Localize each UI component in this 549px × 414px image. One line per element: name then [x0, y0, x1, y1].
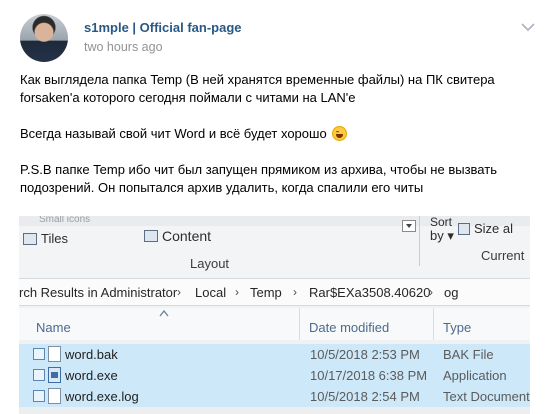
breadcrumb-temp: Temp [250, 285, 282, 300]
post-line-with-emoji: Всегда называй свой чит Word и всё будет… [20, 125, 535, 143]
file-type: Text Document [443, 389, 530, 404]
scroll-down-icon [402, 220, 416, 232]
breadcrumb-rar: Rar$EXa3508.40620 [309, 285, 431, 300]
column-type: Type [443, 320, 472, 335]
column-name: Name [36, 320, 71, 335]
file-date: 10/17/2018 6:38 PM [310, 368, 428, 383]
content-icon [144, 230, 158, 242]
breadcrumb-local: Local [195, 285, 227, 300]
author-name[interactable]: s1mple | Official fan-page [84, 20, 242, 35]
post-photo[interactable]: Small icons Tiles Content Layout Sort by… [19, 216, 530, 414]
sort-ascending-icon [159, 310, 169, 317]
ribbon-current-view-label: Current [481, 248, 525, 263]
breadcrumb-separator-icon: › [235, 285, 239, 299]
breadcrumb-search: rch Results in Administrator [19, 285, 178, 300]
ribbon-layout-label: Layout [190, 256, 230, 271]
file-name: word.exe.log [65, 389, 139, 404]
checkbox-icon [33, 348, 45, 360]
post-text: Как выглядела папка Temp (В ней хранятся… [20, 71, 535, 197]
file-row: word.exe.log 10/5/2018 2:54 PM Text Docu… [19, 386, 530, 407]
post-line: подозрений. Он попытался архив удалить, … [20, 180, 424, 195]
column-date-modified: Date modified [309, 320, 390, 335]
ribbon-size-all: Size al [474, 221, 514, 236]
file-type: Application [443, 368, 507, 383]
wall-post: s1mple | Official fan-page two hours ago… [0, 0, 549, 414]
post-header: s1mple | Official fan-page two hours ago [20, 14, 535, 62]
file-name: word.bak [65, 347, 118, 362]
chevron-down-icon[interactable] [521, 22, 535, 32]
post-line: P.S.В папке Temp ибо чит был запущен пря… [20, 162, 497, 177]
breadcrumb-separator-icon: › [177, 285, 181, 299]
breadcrumb-separator-icon: › [429, 285, 433, 299]
post-line: Как выглядела папка Temp (В ней хранятся… [20, 72, 495, 87]
post-line: Всегда называй свой чит Word и всё будет… [20, 126, 327, 141]
file-row: word.exe 10/17/2018 6:38 PM Application [19, 365, 530, 386]
column-headers: Name Date modified Type [19, 308, 530, 340]
grinning-sweat-emoji-icon [332, 126, 348, 141]
checkbox-icon [33, 369, 45, 381]
file-row: word.bak 10/5/2018 2:53 PM BAK File [19, 344, 530, 365]
file-type: BAK File [443, 347, 494, 362]
tiles-icon [23, 233, 37, 245]
breadcrumb-og: og [444, 285, 459, 300]
application-icon [48, 367, 61, 383]
ribbon-small-icons: Small icons [39, 216, 91, 225]
ribbon-tiles: Tiles [41, 231, 68, 246]
file-name: word.exe [65, 368, 118, 383]
sort-by-label: by ▾ [430, 228, 454, 243]
breadcrumb-separator-icon: › [293, 285, 297, 299]
avatar[interactable] [20, 14, 68, 62]
address-bar: rch Results in Administrator › Local › T… [19, 278, 530, 306]
ribbon-sort: Sort by ▾ [430, 216, 454, 242]
text-document-icon [48, 388, 61, 404]
post-time[interactable]: two hours ago [84, 40, 163, 54]
file-date: 10/5/2018 2:53 PM [310, 347, 420, 362]
ribbon-content: Content [162, 228, 212, 244]
post-line: forsaken'a которого сегодня поймали с чи… [20, 90, 356, 105]
file-icon [48, 346, 61, 362]
checkbox-icon [33, 390, 45, 402]
explorer-ribbon: Small icons Tiles Content Layout Sort by… [19, 216, 530, 276]
file-date: 10/5/2018 2:54 PM [310, 389, 420, 404]
size-columns-icon [458, 223, 470, 235]
